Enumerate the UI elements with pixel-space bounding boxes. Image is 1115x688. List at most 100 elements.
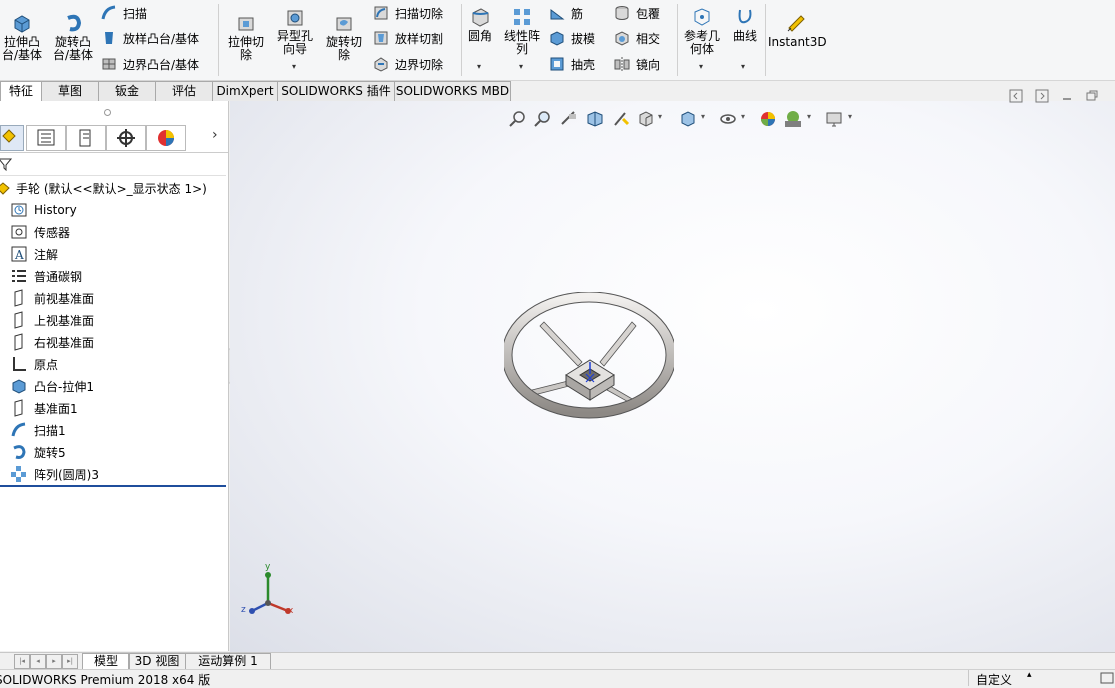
tab-sheet-metal[interactable]: 钣金 [98,81,156,101]
zoom-to-fit-icon[interactable] [508,109,528,129]
wrap-button[interactable]: 包覆 [613,4,660,22]
dynamic-annotation-icon[interactable] [611,109,631,129]
fillet-dropdown-icon[interactable]: ▾ [477,62,481,71]
filter-icon [0,158,12,171]
view-settings-icon[interactable] [824,109,844,129]
feature-manager-tab[interactable] [0,125,24,151]
mirror-button[interactable]: 镜向 [613,55,660,73]
configuration-icon [79,129,91,147]
rollback-bar[interactable] [0,485,226,487]
loft-cut-button[interactable]: 放样切割 [372,29,443,47]
extrude-cut-button[interactable]: 拉伸切 除 [224,12,268,62]
loft-boss-button[interactable]: 放样凸台/基体 [100,29,199,47]
previous-tab-icon[interactable]: ◂ [30,654,46,669]
tree-root-part[interactable]: 手轮 (默认<<默认>_显示状态 1>) [0,177,207,199]
linear-pattern-dropdown-icon[interactable]: ▾ [519,62,523,71]
tree-item-right-plane[interactable]: 右视基准面 [0,331,94,353]
tab-3d-view[interactable]: 3D 视图 [128,653,186,670]
hole-wizard-dropdown-icon[interactable]: ▾ [292,62,296,71]
revolve-boss-button[interactable]: 旋转凸 台/基体 [50,12,96,62]
instant3d-button[interactable]: Instant3D [768,12,827,49]
zoom-to-area-icon[interactable] [533,109,553,129]
hide-show-dropdown-icon[interactable]: ▾ [741,112,745,121]
boundary-cut-icon [374,57,388,72]
view-settings-dropdown-icon[interactable]: ▾ [848,112,852,121]
intersect-button[interactable]: 相交 [613,29,660,47]
next-tab-icon[interactable]: ▸ [46,654,62,669]
sweep-cut-icon [374,6,388,20]
tab-solidworks-mbd[interactable]: SOLIDWORKS MBD [394,81,511,101]
draft-icon [550,31,564,46]
sweep-button[interactable]: 扫描 [100,4,147,22]
tree-item-revolve5[interactable]: 旋转5 [0,441,66,463]
panel-tabs-next-icon[interactable]: › [212,127,218,143]
previous-view-icon[interactable] [559,109,579,129]
units-dropdown-icon[interactable]: ▴ [1027,670,1032,680]
sweep-cut-button[interactable]: 扫描切除 [372,4,443,22]
apply-scene-dropdown-icon[interactable]: ▾ [807,112,811,121]
reference-geometry-button[interactable]: 参考几 何体 [680,6,724,56]
help-icon[interactable] [1100,672,1114,684]
boundary-cut-button[interactable]: 边界切除 [372,55,443,73]
tab-sketch[interactable]: 草图 [41,81,99,101]
tree-filter[interactable] [0,153,226,176]
display-manager-tab[interactable] [146,125,186,151]
fillet-button[interactable]: 圆角 [464,6,496,43]
tree-item-origin[interactable]: 原点 [0,353,58,375]
triad-z-label: z [241,605,246,615]
tree-item-top-plane[interactable]: 上视基准面 [0,309,94,331]
revolve-cut-button[interactable]: 旋转切 除 [322,12,366,62]
curves-dropdown-icon[interactable]: ▾ [741,62,745,71]
edit-appearance-icon[interactable] [758,109,778,129]
linear-pattern-button[interactable]: 线性阵 列 [500,6,544,56]
shell-button[interactable]: 抽壳 [548,55,595,73]
tab-model[interactable]: 模型 [82,653,130,670]
tree-item-annotations[interactable]: A 注解 [0,243,58,265]
display-style-icon[interactable] [678,109,698,129]
view-orientation-icon[interactable] [636,109,656,129]
tree-item-boss-extrude1[interactable]: 凸台-拉伸1 [0,375,94,397]
revolve-feature-icon [13,445,26,459]
rib-button[interactable]: 筋 [548,4,583,22]
hide-show-items-icon[interactable] [718,109,738,129]
hole-wizard-button[interactable]: 异型孔 向导 [272,6,318,56]
tab-dimxpert[interactable]: DimXpert [212,81,278,101]
reference-geometry-dropdown-icon[interactable]: ▾ [699,62,703,71]
display-style-dropdown-icon[interactable]: ▾ [701,112,705,121]
tree-item-circular-pattern3[interactable]: 阵列(圆周)3 [0,463,99,485]
boundary-boss-button[interactable]: 边界凸台/基体 [100,55,199,73]
draft-button[interactable]: 拔模 [548,29,595,47]
tile-right-icon[interactable] [1035,89,1049,103]
tree-item-history[interactable]: History [0,199,77,221]
last-tab-icon[interactable]: ▸| [62,654,78,669]
tree-item-plane1[interactable]: 基准面1 [0,397,78,419]
ribbon-separator [765,4,766,76]
graphics-area[interactable]: ▾ ▾ ▾ ▾ ▾ y x z [230,89,1115,652]
configuration-manager-tab[interactable] [66,125,106,151]
tab-features[interactable]: 特征 [0,81,42,102]
section-view-icon[interactable] [585,109,605,129]
hole-wizard-icon [287,10,303,26]
tree-item-material[interactable]: 普通碳钢 [0,265,82,287]
restore-icon[interactable] [1085,89,1099,103]
tree-item-front-plane[interactable]: 前视基准面 [0,287,94,309]
tab-solidworks-addins[interactable]: SOLIDWORKS 插件 [277,81,395,101]
tile-left-icon[interactable] [1009,89,1023,103]
tab-evaluate[interactable]: 评估 [155,81,213,101]
status-bar: SOLIDWORKS Premium 2018 x64 版 自定义 ▴ [0,669,1115,688]
property-manager-tab[interactable] [26,125,66,151]
view-orientation-dropdown-icon[interactable]: ▾ [658,112,662,121]
loft-cut-icon [374,31,388,45]
handwheel-model[interactable] [504,292,674,422]
tab-motion-study[interactable]: 运动算例 1 [185,653,271,670]
extrude-boss-button[interactable]: 拉伸凸 台/基体 [0,12,44,62]
tree-item-sensors[interactable]: 传感器 [0,221,70,243]
minimize-icon[interactable] [1060,89,1074,103]
panel-grip[interactable] [104,109,111,116]
dimxpert-manager-tab[interactable] [106,125,146,151]
curves-button[interactable]: 曲线 [728,6,762,43]
first-tab-icon[interactable]: |◂ [14,654,30,669]
tree-item-sweep1[interactable]: 扫描1 [0,419,66,441]
apply-scene-icon[interactable] [783,109,803,129]
units-selector[interactable]: 自定义 [976,671,1012,688]
